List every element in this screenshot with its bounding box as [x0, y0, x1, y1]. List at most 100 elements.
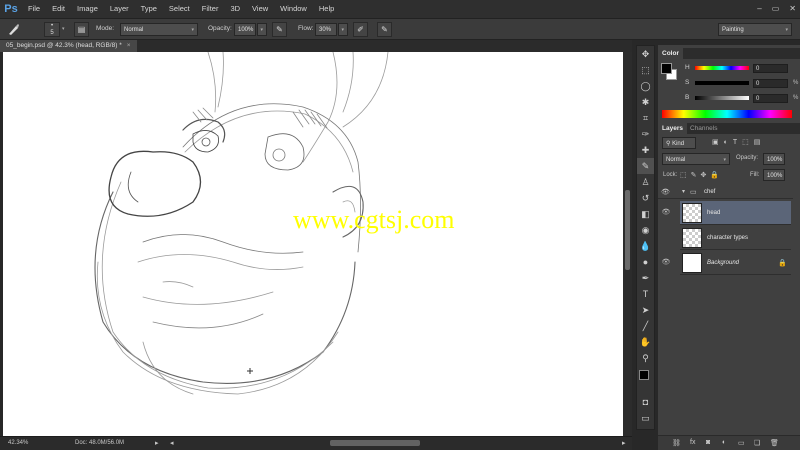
- restore-button[interactable]: ▭: [772, 0, 780, 18]
- pressure-opacity-icon[interactable]: ✎: [272, 22, 287, 37]
- fill-field[interactable]: 100%: [763, 169, 785, 181]
- layer-background[interactable]: 👁 Background 🔒: [662, 251, 791, 275]
- blur-tool-icon[interactable]: 💧: [637, 238, 654, 254]
- scroll-left-arrow-icon[interactable]: ◂: [170, 439, 174, 447]
- eye-icon[interactable]: 👁: [661, 188, 670, 196]
- new-layer-icon[interactable]: ❏: [754, 439, 760, 447]
- hue-field[interactable]: 0: [753, 64, 788, 73]
- brightness-field[interactable]: 0: [753, 94, 788, 103]
- zoom-tool-icon[interactable]: ⚲: [637, 350, 654, 366]
- saturation-field[interactable]: 0: [753, 79, 788, 88]
- eye-icon[interactable]: 👁: [660, 258, 672, 266]
- menu-select[interactable]: Select: [163, 0, 196, 18]
- opacity-field[interactable]: 100%: [234, 23, 256, 36]
- close-tab-icon[interactable]: ×: [127, 42, 131, 49]
- scrollbar-thumb[interactable]: [625, 190, 630, 270]
- opacity-dropdown-button[interactable]: ▾: [257, 23, 267, 36]
- crop-tool-icon[interactable]: ⌗: [637, 110, 654, 126]
- menu-edit[interactable]: Edit: [46, 0, 71, 18]
- lock-icons[interactable]: ⬚✎✥🔒: [680, 171, 723, 179]
- color-swatches: [637, 366, 654, 394]
- scroll-right-arrow-icon[interactable]: ▸: [622, 439, 626, 447]
- marquee-tool-icon[interactable]: ⬚: [637, 62, 654, 78]
- brush-tool-icon[interactable]: ✎: [637, 158, 654, 174]
- menu-image[interactable]: Image: [71, 0, 104, 18]
- brush-dot-icon: •: [50, 23, 54, 29]
- layer-style-icon[interactable]: fx: [690, 439, 695, 446]
- eraser-tool-icon[interactable]: ◧: [637, 206, 654, 222]
- move-tool-icon[interactable]: ✥: [637, 46, 654, 62]
- link-layers-icon[interactable]: ⛓: [672, 439, 681, 447]
- pressure-size-icon[interactable]: ✎: [377, 22, 392, 37]
- trash-icon[interactable]: 🗑: [770, 439, 779, 447]
- lasso-tool-icon[interactable]: ◯: [637, 78, 654, 94]
- screen-mode-icon[interactable]: ▭: [637, 410, 654, 426]
- chevron-down-icon[interactable]: ▾: [62, 26, 65, 32]
- color-ramp[interactable]: [662, 110, 792, 118]
- layer-character-types[interactable]: character types: [680, 226, 791, 250]
- clone-stamp-tool-icon[interactable]: ♙: [637, 174, 654, 190]
- tab-channels[interactable]: Channels: [686, 123, 721, 134]
- saturation-slider[interactable]: [695, 81, 749, 85]
- foreground-color-swatch[interactable]: [639, 370, 649, 380]
- menu-layer[interactable]: Layer: [104, 0, 135, 18]
- adjustment-layer-icon[interactable]: ◐: [722, 439, 726, 446]
- document-tab[interactable]: 05_begin.psd @ 42.3% (head, RGB/8) * ×: [0, 40, 137, 52]
- brush-size-picker[interactable]: • 5: [44, 22, 60, 37]
- chevron-down-icon[interactable]: ▾: [682, 188, 685, 195]
- flow-dropdown-button[interactable]: ▾: [338, 23, 348, 36]
- hue-slider[interactable]: [695, 66, 749, 70]
- hue-label: H: [685, 64, 690, 71]
- menu-filter[interactable]: Filter: [196, 0, 225, 18]
- zoom-level[interactable]: 42.34%: [8, 440, 28, 446]
- status-menu-arrow-icon[interactable]: ▸: [155, 439, 159, 447]
- vertical-scrollbar[interactable]: [623, 52, 632, 436]
- quick-select-tool-icon[interactable]: ✱: [637, 94, 654, 110]
- layer-filter-kind[interactable]: ⚲ Kind: [662, 137, 696, 149]
- flow-value: 30%: [319, 27, 332, 33]
- menu-help[interactable]: Help: [313, 0, 340, 18]
- dodge-tool-icon[interactable]: ●: [637, 254, 654, 270]
- path-selection-tool-icon[interactable]: ➤: [637, 302, 654, 318]
- menu-window[interactable]: Window: [274, 0, 313, 18]
- flow-field[interactable]: 30%: [315, 23, 337, 36]
- color-panel-foreground-swatch[interactable]: [661, 63, 672, 74]
- hand-tool-icon[interactable]: ✋: [637, 334, 654, 350]
- eye-icon[interactable]: 👁: [660, 208, 672, 216]
- blend-mode-value: Normal: [666, 157, 686, 163]
- menu-type[interactable]: Type: [135, 0, 163, 18]
- menu-view[interactable]: View: [246, 0, 274, 18]
- close-button[interactable]: ✕: [789, 0, 796, 18]
- airbrush-icon[interactable]: ✐: [353, 22, 368, 37]
- workspace-dropdown[interactable]: Painting ▾: [718, 23, 792, 36]
- tab-layers[interactable]: Layers: [658, 123, 687, 134]
- layer-filter-icons[interactable]: ▣◐T⬚▤: [712, 138, 765, 146]
- pen-tool-icon[interactable]: ✒: [637, 270, 654, 286]
- layer-group-chef[interactable]: 👁 ▾ ▭ chef: [658, 186, 793, 199]
- history-brush-tool-icon[interactable]: ↺: [637, 190, 654, 206]
- line-tool-icon[interactable]: ╱: [637, 318, 654, 334]
- fill-value: 100%: [767, 173, 783, 179]
- brightness-slider[interactable]: [695, 96, 749, 100]
- layer-head[interactable]: 👁 head: [662, 201, 791, 225]
- quick-mask-icon[interactable]: ◘: [637, 394, 654, 410]
- add-mask-icon[interactable]: ◙: [706, 439, 710, 446]
- eyedropper-tool-icon[interactable]: ✑: [637, 126, 654, 142]
- menu-3d[interactable]: 3D: [224, 0, 246, 18]
- horizontal-scrollbar-thumb[interactable]: [330, 440, 420, 446]
- brush-panel-toggle-icon[interactable]: ▤: [74, 22, 89, 37]
- mode-dropdown[interactable]: Normal ▾: [120, 23, 198, 36]
- document-canvas[interactable]: www.cgtsj.com: [3, 52, 623, 436]
- minimize-button[interactable]: –: [757, 0, 761, 18]
- menu-file[interactable]: File: [22, 0, 46, 18]
- type-tool-icon[interactable]: T: [637, 286, 654, 302]
- mode-label: Mode:: [96, 25, 115, 32]
- brush-tool-preset-icon[interactable]: [6, 22, 21, 37]
- layer-opacity-field[interactable]: 100%: [763, 153, 785, 165]
- brightness-label: B: [685, 94, 690, 101]
- blend-mode-dropdown[interactable]: Normal ▾: [662, 153, 730, 165]
- new-group-icon[interactable]: ▭: [738, 439, 745, 447]
- tab-color[interactable]: Color: [658, 48, 683, 59]
- healing-brush-tool-icon[interactable]: ✚: [637, 142, 654, 158]
- paint-bucket-tool-icon[interactable]: ◉: [637, 222, 654, 238]
